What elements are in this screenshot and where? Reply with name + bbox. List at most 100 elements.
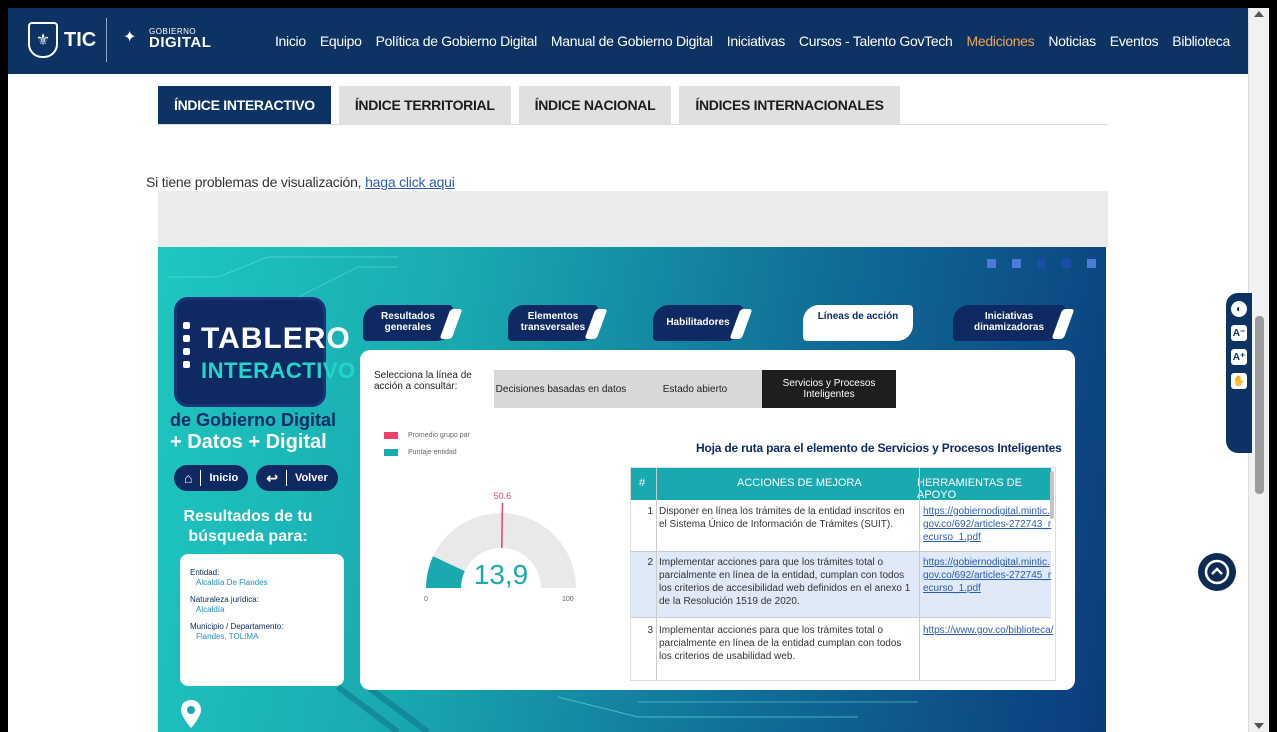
page-dot[interactable] <box>1062 259 1071 268</box>
tablero-dots <box>183 322 191 374</box>
column-divider <box>656 468 657 680</box>
row-action: Implementar acciones para que los trámit… <box>659 625 902 662</box>
tab-indice-territorial[interactable]: ÍNDICE TERRITORIAL <box>338 86 511 124</box>
decrease-font-icon[interactable]: A⁻ <box>1231 325 1247 341</box>
nav-link-mediciones[interactable]: Mediciones <box>967 33 1035 49</box>
page-dot[interactable] <box>1037 259 1046 268</box>
row-action: Disponer en línea los trámites de la ent… <box>659 506 905 530</box>
category-buttons: Resultados generales Elementos transvers… <box>363 305 1073 345</box>
volver-label: Volver <box>294 472 328 484</box>
header-herramientas[interactable]: HERRAMIENTAS DE APOYO <box>917 477 1051 501</box>
score-gauge: 50.6 13,9 0 100 <box>424 491 576 603</box>
table-row: 2 Implementar acciones para que los trám… <box>631 552 1051 618</box>
page-dot[interactable] <box>1012 259 1021 268</box>
category-lineas-de-accion[interactable]: Líneas de acción <box>803 305 913 341</box>
nav-link-manual[interactable]: Manual de Gobierno Digital <box>551 33 713 49</box>
dashboard-page-indicator <box>987 259 1096 268</box>
logo-gob-main-text: DIGITAL <box>149 33 212 51</box>
header-num[interactable]: # <box>639 477 645 489</box>
row-num: 1 <box>647 506 653 517</box>
page-dot[interactable] <box>987 259 996 268</box>
contrast-icon[interactable]: ◐ <box>1231 301 1247 317</box>
legend-item-promedio: Promedio grupo par <box>384 432 470 439</box>
gobierno-digital-logo[interactable]: ✦ GOBIERNO DIGITAL <box>123 24 211 52</box>
increase-font-icon[interactable]: A⁺ <box>1231 349 1247 365</box>
inicio-button[interactable]: ⌂ Inicio <box>174 465 249 491</box>
nav-link-politica[interactable]: Política de Gobierno Digital <box>376 33 538 49</box>
table-header: # ACCIONES DE MEJORA HERRAMIENTAS DE APO… <box>631 468 1051 501</box>
segment-servicios-procesos[interactable]: Servicios y Procesos Inteligentes <box>762 370 896 408</box>
entidad-value: Alcaldía De Flandes <box>196 578 268 587</box>
category-habilitadores[interactable]: Habilitadores <box>653 305 743 341</box>
scrollbar-thumb[interactable] <box>1255 316 1264 494</box>
selector-label: Selecciona la línea de acción a consulta… <box>374 370 472 392</box>
segment-estado-abierto[interactable]: Estado abierto <box>628 370 762 408</box>
table-row: 3 Implementar acciones para que los trám… <box>631 618 1053 680</box>
page-dot[interactable] <box>1087 259 1096 268</box>
table-scrollbar[interactable] <box>1050 471 1054 519</box>
tabs-underline <box>158 124 1108 125</box>
nav-link-equipo[interactable]: Equipo <box>320 33 362 49</box>
scroll-to-top-button[interactable] <box>1198 553 1236 591</box>
home-icon: ⌂ <box>184 470 193 486</box>
chevron-up-icon <box>1204 559 1230 585</box>
gauge-average-marker <box>501 503 504 549</box>
naturaleza-value: Alcaldía <box>196 605 225 614</box>
category-elementos-transversales[interactable]: Elementos transversales <box>508 305 598 341</box>
nav-link-biblioteca[interactable]: Biblioteca <box>1172 33 1230 49</box>
legend-swatch <box>384 449 398 456</box>
nav-link-iniciativas[interactable]: Iniciativas <box>727 33 785 49</box>
municipio-value: Flandes, TOLIMA <box>196 632 259 641</box>
segment-decisiones-datos[interactable]: Decisiones basadas en datos <box>494 370 628 408</box>
dashboard-subtitle: de Gobierno Digital + Datos + Digital <box>170 409 336 453</box>
row-tool-link[interactable]: https://gobiernodigital.mintic.gov.co/69… <box>923 556 1055 595</box>
volver-button[interactable]: ↩ Volver <box>256 465 338 491</box>
entity-card: Entidad: Alcaldía De Flandes Naturaleza … <box>180 554 344 686</box>
subtitle-line1: de Gobierno Digital <box>170 410 337 430</box>
logo-tic-text: TIC <box>64 28 97 51</box>
row-action: Implementar acciones para que los trámit… <box>659 557 911 607</box>
gauge-min-label: 0 <box>424 596 428 603</box>
interactivo-word: INTERACTIVO <box>201 358 356 383</box>
coat-of-arms-icon: ⚜ <box>28 22 58 58</box>
sign-language-icon[interactable]: ✋ <box>1231 373 1247 389</box>
gobierno-digital-mark-icon: ✦ <box>123 29 137 46</box>
results-card: Selecciona la línea de acción a consulta… <box>360 350 1075 690</box>
tablero-logo: TABLERO INTERACTIVO <box>174 297 355 407</box>
nav-link-eventos[interactable]: Eventos <box>1110 33 1159 49</box>
category-resultados-generales[interactable]: Resultados generales <box>363 305 453 341</box>
column-divider <box>919 468 920 680</box>
category-iniciativas-dinamizadoras[interactable]: Iniciativas dinamizadoras <box>953 305 1065 341</box>
roadmap-table: # ACCIONES DE MEJORA HERRAMIENTAS DE APO… <box>630 467 1056 681</box>
tab-indice-nacional[interactable]: ÍNDICE NACIONAL <box>518 86 672 124</box>
tab-indices-internacionales[interactable]: ÍNDICES INTERNACIONALES <box>679 86 900 124</box>
browser-page: ⚜ TIC ✦ GOBIERNO DIGITAL Inicio Equipo P… <box>8 8 1269 732</box>
back-arrow-icon: ↩ <box>266 469 278 486</box>
legend-label: Promedio grupo par <box>408 432 470 439</box>
scroll-down-arrow-icon[interactable] <box>1254 723 1264 729</box>
roadmap-title: Hoja de ruta para el elemento de Servici… <box>696 441 1062 455</box>
naturaleza-label: Naturaleza jurídica: <box>190 595 259 604</box>
tab-indice-interactivo[interactable]: ÍNDICE INTERACTIVO <box>158 86 331 124</box>
inicio-label: Inicio <box>209 472 239 484</box>
scroll-up-arrow-icon[interactable] <box>1254 11 1264 17</box>
viz-help-link[interactable]: haga click aqui <box>365 174 455 190</box>
row-num: 3 <box>647 625 653 636</box>
gauge-average-label: 50.6 <box>494 491 512 501</box>
viz-msg-text: Si tiene problemas de visualización, <box>146 174 366 190</box>
dashboard-nav-buttons: ⌂ Inicio ↩ Volver <box>174 465 338 491</box>
results-title: Resultados de tu búsqueda para: <box>183 508 313 545</box>
nav-link-cursos[interactable]: Cursos - Talento GovTech <box>799 33 953 49</box>
row-tool-link[interactable]: https://gobiernodigital.mintic.gov.co/69… <box>923 505 1055 544</box>
nav-link-inicio[interactable]: Inicio <box>275 33 306 49</box>
index-tabs: ÍNDICE INTERACTIVO ÍNDICE TERRITORIAL ÍN… <box>158 86 900 124</box>
mintic-logo[interactable]: ⚜ TIC <box>28 20 96 60</box>
gauge-value: 13,9 <box>474 559 529 590</box>
legend-label: Puntaje entidad <box>408 449 457 456</box>
nav-link-noticias[interactable]: Noticias <box>1048 33 1096 49</box>
visualization-help-text: Si tiene problemas de visualización, hag… <box>146 174 455 190</box>
header-acciones[interactable]: ACCIONES DE MEJORA <box>737 477 862 489</box>
row-tool-link[interactable]: https://www.gov.co/biblioteca/ <box>923 624 1055 637</box>
top-navbar: ⚜ TIC ✦ GOBIERNO DIGITAL Inicio Equipo P… <box>8 8 1248 74</box>
main-nav-links: Inicio Equipo Política de Gobierno Digit… <box>275 8 1230 74</box>
